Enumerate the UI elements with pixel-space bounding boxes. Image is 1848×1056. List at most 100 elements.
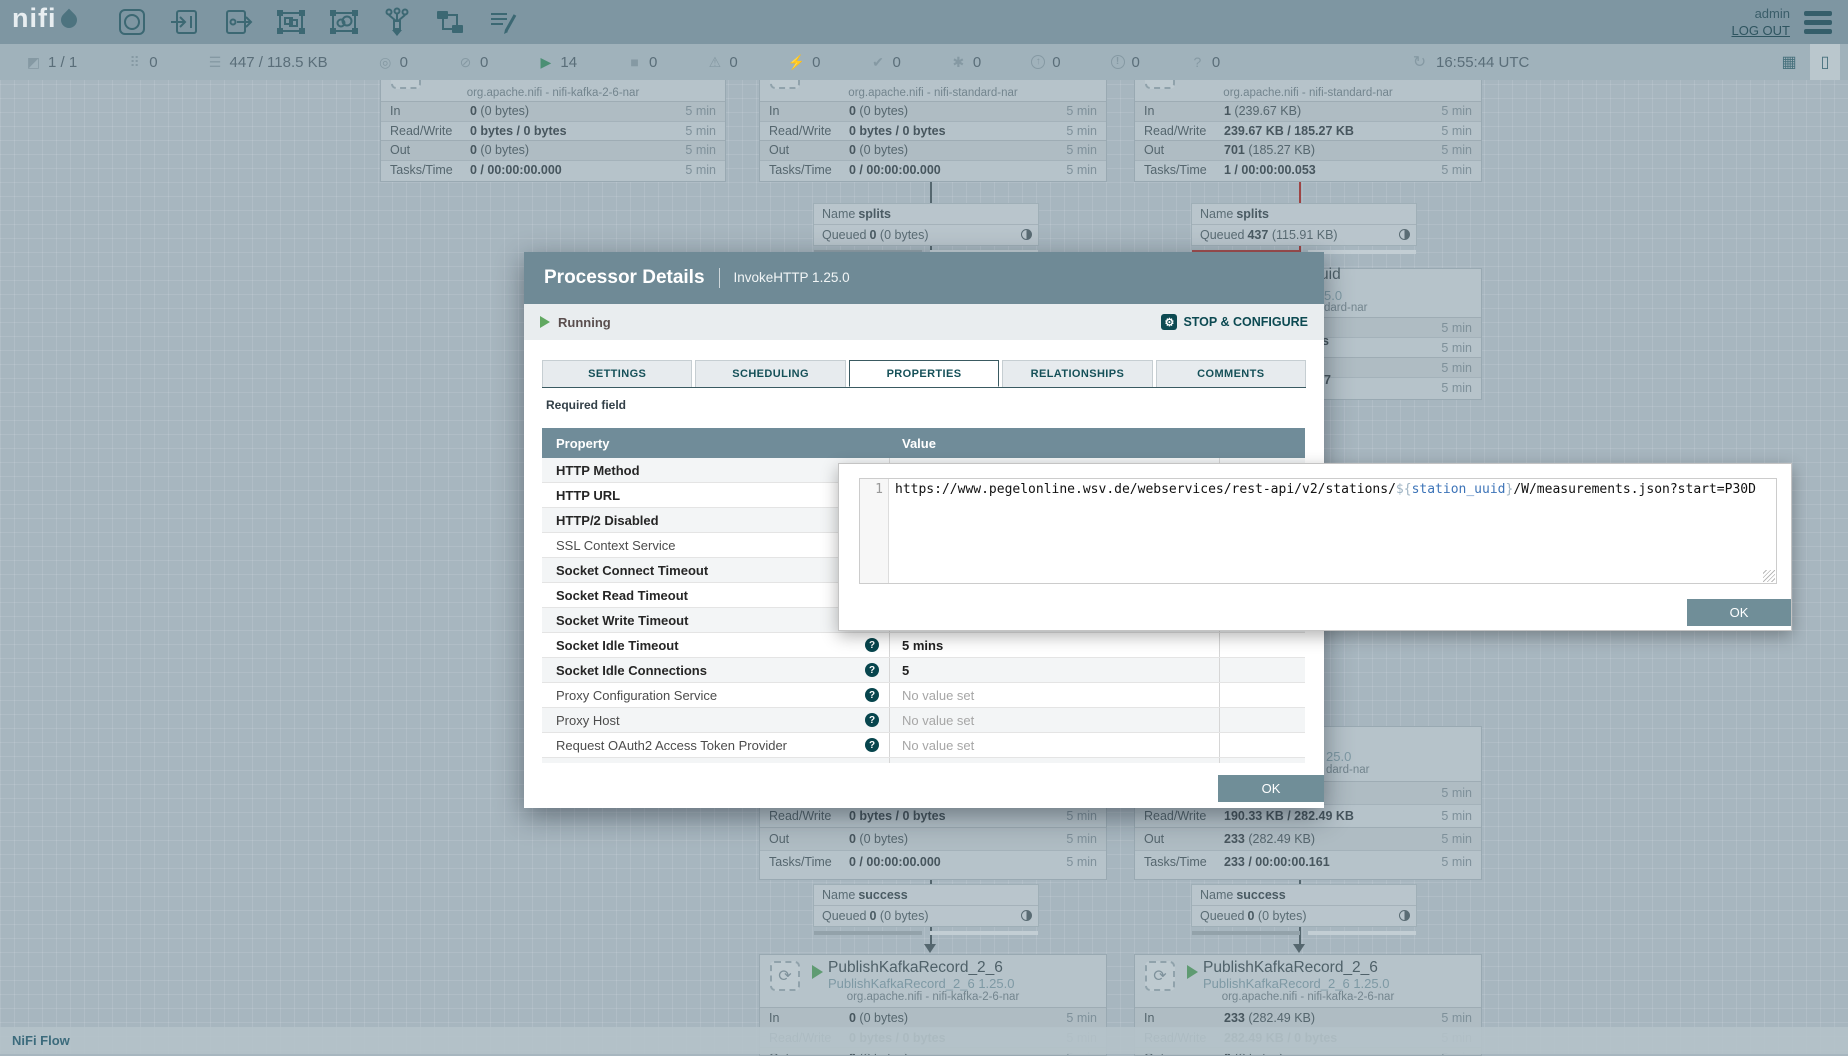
connection-arrow-icon — [924, 944, 936, 953]
locally-modified-icon: ✱ 0 — [951, 54, 981, 71]
status-icon: ! — [1111, 55, 1125, 69]
running-icon — [1187, 965, 1198, 979]
grid-icon[interactable]: ▦ — [1774, 44, 1804, 80]
stat-row: Tasks/Time 1 / 00:00:00.053 5 min — [1135, 160, 1481, 180]
global-menu-icon[interactable] — [1804, 11, 1832, 38]
breadcrumb-root[interactable]: NiFi Flow — [12, 1033, 70, 1048]
session-info: admin LOG OUT — [1731, 5, 1790, 39]
status-count: 0 — [400, 54, 408, 71]
property-name: HTTP URL — [556, 488, 620, 503]
process-group-icon[interactable] — [276, 7, 306, 37]
property-value: 5 mins — [902, 638, 943, 653]
status-count: 0 — [1212, 54, 1220, 71]
property-value: No value set — [902, 763, 974, 764]
stop-and-configure-button[interactable]: ⚙ STOP & CONFIGURE — [1161, 314, 1308, 330]
connection-label-success-left[interactable]: Namesuccess Queued0 (0 bytes) — [813, 884, 1039, 927]
processor-title: PublishKafkaRecord_2_6 — [1203, 959, 1378, 977]
queue-indicator-bars — [1192, 931, 1416, 935]
input-port-icon[interactable] — [170, 7, 200, 37]
stale-icon: ↑ 0 — [1031, 54, 1060, 71]
status-count: 14 — [560, 54, 577, 71]
connection-label-splits-right[interactable]: Namesplits Queued437 (115.91 KB) — [1191, 203, 1417, 246]
output-port-icon[interactable] — [223, 7, 253, 37]
property-value: No value set — [902, 713, 974, 728]
dialog-ok-button[interactable]: OK — [1218, 775, 1324, 802]
remote-process-group-icon[interactable] — [329, 7, 359, 37]
processor-icon: ⟳ — [770, 961, 800, 991]
stat-row: In 0 (0 bytes) 5 min — [760, 101, 1106, 121]
property-row[interactable]: Request Username No value set — [542, 758, 1305, 763]
help-icon[interactable] — [865, 688, 879, 702]
expression-editor[interactable]: 1 https://www.pegelonline.wsv.de/webserv… — [859, 478, 1777, 584]
breadcrumb[interactable]: NiFi Flow — [0, 1027, 1848, 1054]
tab[interactable]: RELATIONSHIPS — [1002, 360, 1152, 387]
status-icon: ✱ — [951, 54, 966, 71]
help-icon[interactable] — [865, 713, 879, 727]
tab[interactable]: PROPERTIES — [849, 360, 999, 387]
funnel-icon[interactable] — [382, 7, 412, 37]
property-name: SSL Context Service — [556, 538, 675, 553]
property-name: Request Username — [556, 763, 668, 764]
processor-bundle: org.apache.nifi - nifi-kafka-2-6-nar — [1135, 991, 1481, 1003]
status-icon: ? — [1190, 54, 1205, 70]
status-icon: ■ — [627, 54, 642, 70]
template-icon[interactable] — [435, 7, 465, 37]
processor-stats: In 1 (239.67 KB) 5 min Read/Write 239.67… — [1135, 101, 1481, 179]
property-row[interactable]: Proxy Configuration Service No value set — [542, 683, 1305, 708]
stat-row: In 0 (0 bytes) 5 min — [760, 1007, 1106, 1027]
tab[interactable]: SETTINGS — [542, 360, 692, 387]
editor-value[interactable]: https://www.pegelonline.wsv.de/webservic… — [889, 479, 1756, 583]
processor-text-fragment: 25.0 — [1326, 749, 1351, 764]
dialog-header: Processor Details InvokeHTTP 1.25.0 — [524, 252, 1324, 304]
property-row[interactable]: Socket Idle Timeout 5 mins — [542, 633, 1305, 658]
property-row[interactable]: Socket Idle Connections 5 — [542, 658, 1305, 683]
label-icon[interactable] — [488, 7, 518, 37]
property-name: HTTP Method — [556, 463, 640, 478]
tab[interactable]: SCHEDULING — [695, 360, 845, 387]
stat-row: Out 233 (282.49 KB) 5 min — [1135, 827, 1481, 850]
panel-icon[interactable]: ▯ — [1810, 44, 1840, 80]
status-icon: ✔ — [871, 54, 886, 71]
connection-name: success — [858, 888, 907, 902]
logout-link[interactable]: LOG OUT — [1731, 22, 1790, 39]
help-icon[interactable] — [865, 638, 879, 652]
processor-bundle: org.apache.nifi - nifi-kafka-2-6-nar — [381, 87, 725, 99]
stat-row: Out 0 (0 bytes) 5 min — [760, 140, 1106, 160]
stopped-icon: ■ 0 — [627, 54, 657, 71]
status-count: 0 — [1132, 54, 1140, 71]
stat-row: Out 0 (0 bytes) 5 min — [760, 827, 1106, 850]
el-variable: station_uuid — [1412, 482, 1506, 497]
status-count: 0 — [729, 54, 737, 71]
help-icon[interactable] — [865, 738, 879, 752]
help-icon[interactable] — [865, 663, 879, 677]
popup-ok-button[interactable]: OK — [1687, 599, 1791, 626]
property-name: Request OAuth2 Access Token Provider — [556, 738, 787, 753]
processor-type: PublishKafkaRecord_2_6 1.25.0 — [1203, 976, 1389, 991]
logo-text: nifi — [12, 3, 57, 34]
status-icon: ◩ — [26, 54, 41, 71]
status-icon: ☰ — [208, 54, 223, 71]
status-count: 0 — [893, 54, 901, 71]
processor-bundle: org.apache.nifi - nifi-standard-nar — [1135, 87, 1481, 99]
percent-full-icon — [1021, 229, 1032, 240]
stat-row: Tasks/Time 0 / 00:00:00.000 5 min — [760, 850, 1106, 873]
property-row[interactable]: Proxy Host No value set — [542, 708, 1305, 733]
resize-handle-icon[interactable] — [1763, 570, 1775, 582]
gear-icon: ⚙ — [1161, 314, 1177, 330]
refresh-icon[interactable]: ↻ — [1412, 52, 1427, 72]
processor-bundle: org.apache.nifi - nifi-kafka-2-6-nar — [760, 991, 1106, 1003]
up-to-date-icon: ✔ 0 — [871, 54, 901, 71]
property-row[interactable]: Request OAuth2 Access Token Provider No … — [542, 733, 1305, 758]
processor-text-fragment: dard-nar — [1326, 764, 1369, 776]
connection-name: success — [1236, 888, 1285, 902]
connection-label-success-right[interactable]: Namesuccess Queued0 (0 bytes) — [1191, 884, 1417, 927]
status-count: 0 — [973, 54, 981, 71]
tab[interactable]: COMMENTS — [1156, 360, 1306, 387]
stat-row: Out 701 (185.27 KB) 5 min — [1135, 140, 1481, 160]
last-refresh[interactable]: ↻ 16:55:44 UTC — [1412, 44, 1529, 80]
connection-label-splits-left[interactable]: Namesplits Queued0 (0 bytes) — [813, 203, 1039, 246]
nifi-logo: nifi — [12, 3, 77, 34]
processor-stats: In 0 (0 bytes) 5 min Read/Write 0 bytes … — [381, 101, 725, 179]
status-icon: ▶ — [538, 54, 553, 71]
processor-icon[interactable] — [117, 7, 147, 37]
